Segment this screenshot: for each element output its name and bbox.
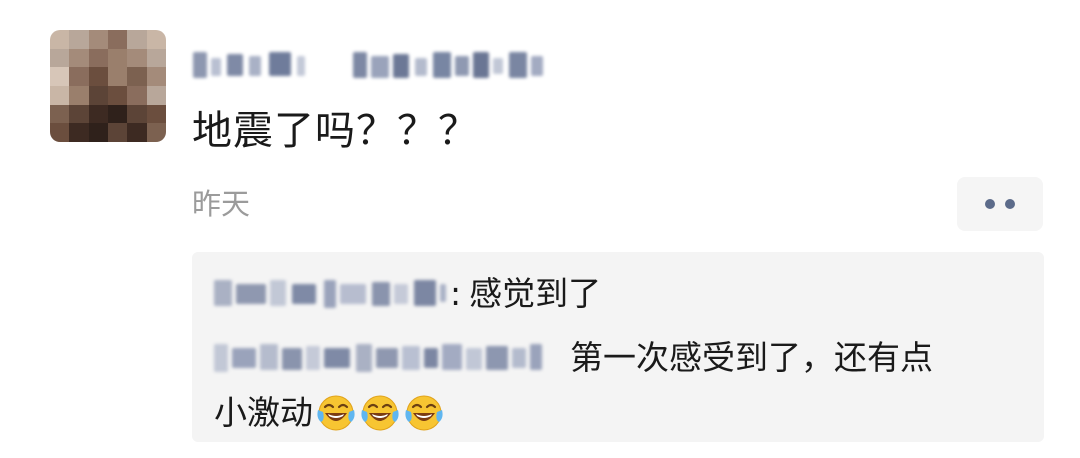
comment-item[interactable]: 第一次感受到了，还有点 小激动 [214, 332, 1034, 442]
avatar[interactable] [50, 30, 166, 142]
moments-post: 地震了吗？？？ 昨天 : 感觉到了 第一次感受到了，还有点 小激动 [0, 0, 1080, 458]
more-button[interactable] [957, 177, 1043, 231]
commenter-name-blurred[interactable] [214, 338, 544, 378]
more-dots-icon [985, 199, 995, 209]
tears-of-joy-emoji [403, 392, 445, 434]
tears-of-joy-emoji [315, 392, 357, 434]
commenter-name-blurred[interactable] [214, 274, 446, 314]
comment-separator: : [450, 274, 462, 313]
username-blurred[interactable] [193, 44, 553, 84]
comments-section: : 感觉到了 第一次感受到了，还有点 小激动 [192, 252, 1044, 442]
comment-text-line1: 第一次感受到了，还有点 [570, 338, 933, 377]
comment-text: 感觉到了 [469, 274, 602, 313]
tears-of-joy-emoji [359, 392, 401, 434]
more-dots-icon [1005, 199, 1015, 209]
post-text: 地震了吗？？？ [192, 108, 479, 154]
post-timestamp: 昨天 [192, 187, 251, 221]
comment-text-line2: 小激动 [214, 393, 313, 432]
comment-item[interactable]: : 感觉到了 [214, 270, 601, 318]
emoji-group [315, 392, 445, 434]
